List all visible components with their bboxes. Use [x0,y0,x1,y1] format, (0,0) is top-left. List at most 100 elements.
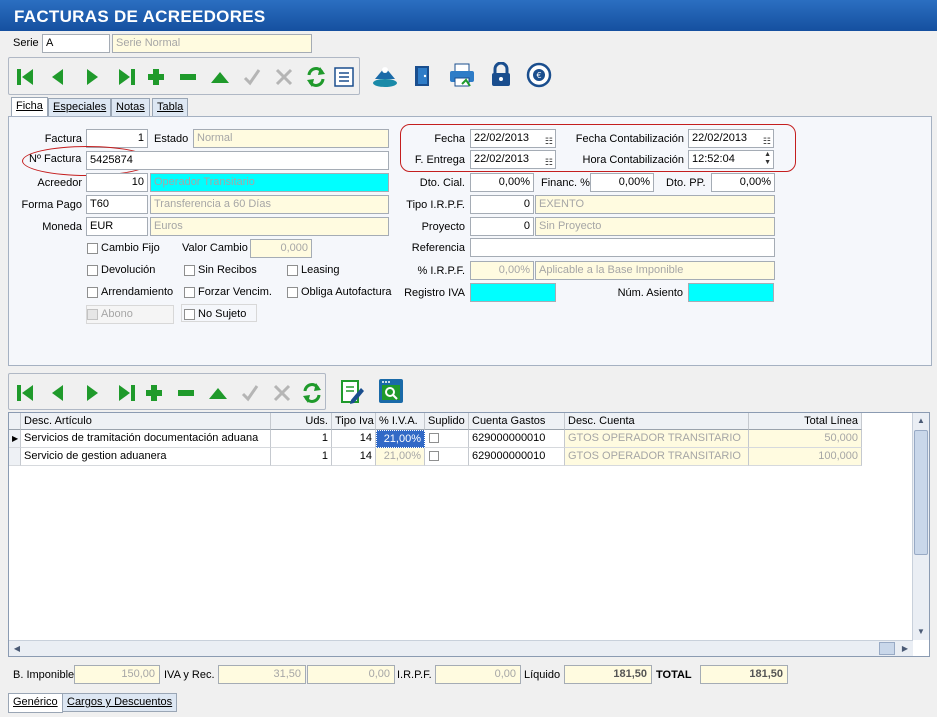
abono-checkbox [87,309,98,320]
pirpf-field: 0,00% [470,261,534,280]
dtopp-field[interactable]: 0,00% [711,173,775,192]
currency-icon[interactable]: € [526,62,552,88]
proyecto-field[interactable]: 0 [470,217,534,236]
moneda-field[interactable]: EUR [86,217,148,236]
table-cell[interactable]: 21,00% [376,448,425,466]
arrendamiento-checkbox[interactable] [87,287,98,298]
add-record-icon[interactable] [143,64,169,90]
print-icon[interactable] [448,62,474,88]
table-cell[interactable]: 629000000010 [469,448,565,466]
leasing-checkbox[interactable] [287,265,298,276]
add-line-icon[interactable] [141,380,167,406]
column-header[interactable]: Total Línea [749,413,862,430]
tab-especiales[interactable]: Especiales [48,98,112,116]
calendar-icon[interactable]: ☷ [763,133,771,147]
fecha-field[interactable]: 22/02/2013 ☷ [470,129,556,148]
column-header[interactable]: Cuenta Gastos [469,413,565,430]
numasiento-field[interactable] [688,283,774,302]
row-selector-icon[interactable]: ▶ [9,430,21,448]
serie-code-field[interactable]: A [42,34,110,53]
edit-line-icon[interactable] [205,380,231,406]
lock-icon[interactable] [488,62,514,88]
vertical-scrollbar[interactable]: ▲ ▼ [912,413,929,640]
tab-tabla[interactable]: Tabla [152,98,189,116]
valorcambio-field[interactable]: 0,000 [250,239,312,258]
refresh-lines-icon[interactable] [299,380,325,406]
nfactura-field[interactable]: 5425874 [86,151,389,170]
previous-line-icon[interactable] [45,380,71,406]
column-header[interactable]: Desc. Artículo [21,413,271,430]
horacont-field[interactable]: 12:52:04 ▲ ▼ [688,150,774,169]
table-cell[interactable]: 14 [332,448,376,466]
column-header[interactable]: Desc. Cuenta [565,413,749,430]
confirm-line-icon[interactable] [237,380,263,406]
previous-record-icon[interactable] [45,64,71,90]
edit-record-icon[interactable] [207,64,233,90]
next-record-icon[interactable] [79,64,105,90]
scroll-down-icon[interactable]: ▼ [913,624,929,640]
tab-cargos-descuentos[interactable]: Cargos y Descuentos [62,693,178,712]
row-selector[interactable] [9,448,21,466]
table-cell[interactable]: 1 [271,448,332,466]
sinrecibos-checkbox[interactable] [184,265,195,276]
delete-record-icon[interactable] [175,64,201,90]
delete-line-icon[interactable] [173,380,199,406]
horizontal-scrollbar[interactable]: ◀ ▶ [9,640,913,656]
table-cell[interactable]: Servicio de gestion aduanera [21,448,271,466]
column-header[interactable]: Suplido [425,413,469,430]
table-cell[interactable]: Servicios de tramitación documentación a… [21,430,271,448]
column-header[interactable]: Tipo Iva [332,413,376,430]
acreedor-field[interactable]: 10 [86,173,148,192]
scroll-left-icon[interactable]: ◀ [9,641,25,656]
forzarvencim-checkbox[interactable] [184,287,195,298]
search-window-icon[interactable] [378,378,404,404]
tab-notas[interactable]: Notas [111,98,150,116]
registroiva-field[interactable] [470,283,556,302]
financ-field[interactable]: 0,00% [590,173,654,192]
pirpf-label: % I.R.P.F. [417,265,465,277]
column-header[interactable]: Uds. [271,413,332,430]
formapago-field[interactable]: T60 [86,195,148,214]
suplido-checkbox[interactable] [429,433,439,443]
devolucion-checkbox[interactable] [87,265,98,276]
suplido-checkbox[interactable] [429,451,439,461]
next-line-icon[interactable] [79,380,105,406]
scroll-right-icon[interactable]: ▶ [897,641,913,656]
table-cell[interactable] [425,430,469,448]
horacont-value: 12:52:04 [692,153,735,165]
first-record-icon[interactable] [13,64,39,90]
refresh-icon[interactable] [303,64,329,90]
scroll-thumb[interactable] [914,430,928,555]
table-cell[interactable]: 629000000010 [469,430,565,448]
tab-generico[interactable]: Genérico [8,693,63,713]
column-header[interactable]: % I.V.A. [376,413,425,430]
fentrega-field[interactable]: 22/02/2013 ☷ [470,150,556,169]
tab-ficha[interactable]: Ficha [11,97,48,116]
cancel-line-icon[interactable] [269,380,295,406]
last-line-icon[interactable] [113,380,139,406]
table-cell[interactable]: 14 [332,430,376,448]
table-cell[interactable] [425,448,469,466]
last-record-icon[interactable] [113,64,139,90]
obligaautofactura-checkbox[interactable] [287,287,298,298]
dtocial-field[interactable]: 0,00% [470,173,534,192]
estado-label: Estado [154,133,189,145]
fechacont-field[interactable]: 22/02/2013 ☷ [688,129,774,148]
scroll-up-icon[interactable]: ▲ [913,413,929,429]
cambiofijo-checkbox[interactable] [87,243,98,254]
spinner-icon[interactable]: ▲ ▼ [764,151,771,167]
table-cell[interactable]: 1 [271,430,332,448]
tipoirpf-field[interactable]: 0 [470,195,534,214]
exit-door-icon[interactable] [410,63,436,89]
calendar-icon[interactable]: ☷ [545,133,553,147]
list-view-icon[interactable] [331,64,357,90]
first-line-icon[interactable] [13,380,39,406]
cancel-icon[interactable] [271,64,297,90]
hscroll-thumb[interactable] [879,642,895,655]
accounting-icon[interactable] [371,63,397,89]
calendar-icon[interactable]: ☷ [545,154,553,168]
referencia-field[interactable] [470,238,775,257]
edit-document-icon[interactable] [339,379,365,405]
confirm-icon[interactable] [239,64,265,90]
table-cell-selected[interactable]: 21,00% [376,430,425,448]
